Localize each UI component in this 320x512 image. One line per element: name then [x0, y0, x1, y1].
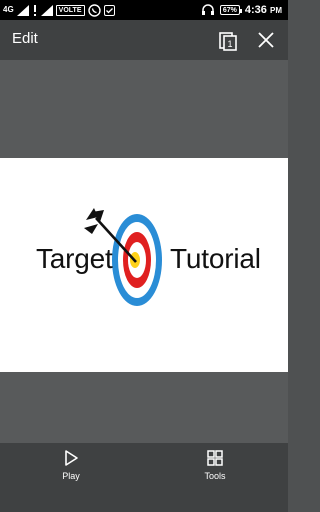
- status-bar: 4G VOLTE 67% 4:36 PM: [0, 0, 288, 20]
- canvas-padding-top: [0, 60, 288, 158]
- play-label: Play: [62, 471, 80, 481]
- play-icon: [65, 450, 78, 466]
- grid-icon: [207, 450, 223, 466]
- whatsapp-icon: [87, 3, 101, 17]
- check-icon: [103, 4, 115, 16]
- canvas-padding-bottom: [0, 372, 288, 443]
- battery-indicator: 67%: [219, 5, 242, 15]
- logo-text-target: Target: [36, 243, 113, 274]
- tools-label: Tools: [204, 471, 226, 481]
- headset-icon: [201, 4, 214, 15]
- close-icon[interactable]: [255, 29, 277, 51]
- tools-button[interactable]: Tools: [185, 449, 245, 489]
- signal-icon: [16, 4, 29, 16]
- logo-text-tutorial: Tutorial: [170, 243, 261, 274]
- play-button[interactable]: Play: [41, 449, 101, 489]
- network-type-label: 4G: [3, 5, 14, 14]
- page-title: Edit: [12, 30, 38, 47]
- signal-icon-2: [40, 4, 53, 16]
- clock-time: 4:36: [244, 4, 267, 16]
- copy-badge-number: 1: [227, 39, 232, 49]
- warning-icon: [33, 4, 36, 16]
- bottom-toolbar: Play Tools: [0, 443, 288, 512]
- volte-badge: VOLTE: [55, 4, 85, 16]
- status-clock: 4:36 PM: [245, 4, 282, 16]
- app-bar: Edit 1: [0, 20, 288, 60]
- image-preview[interactable]: Target Tutorial: [0, 158, 288, 372]
- clock-ampm: PM: [270, 6, 282, 15]
- copy-icon[interactable]: 1: [217, 30, 239, 52]
